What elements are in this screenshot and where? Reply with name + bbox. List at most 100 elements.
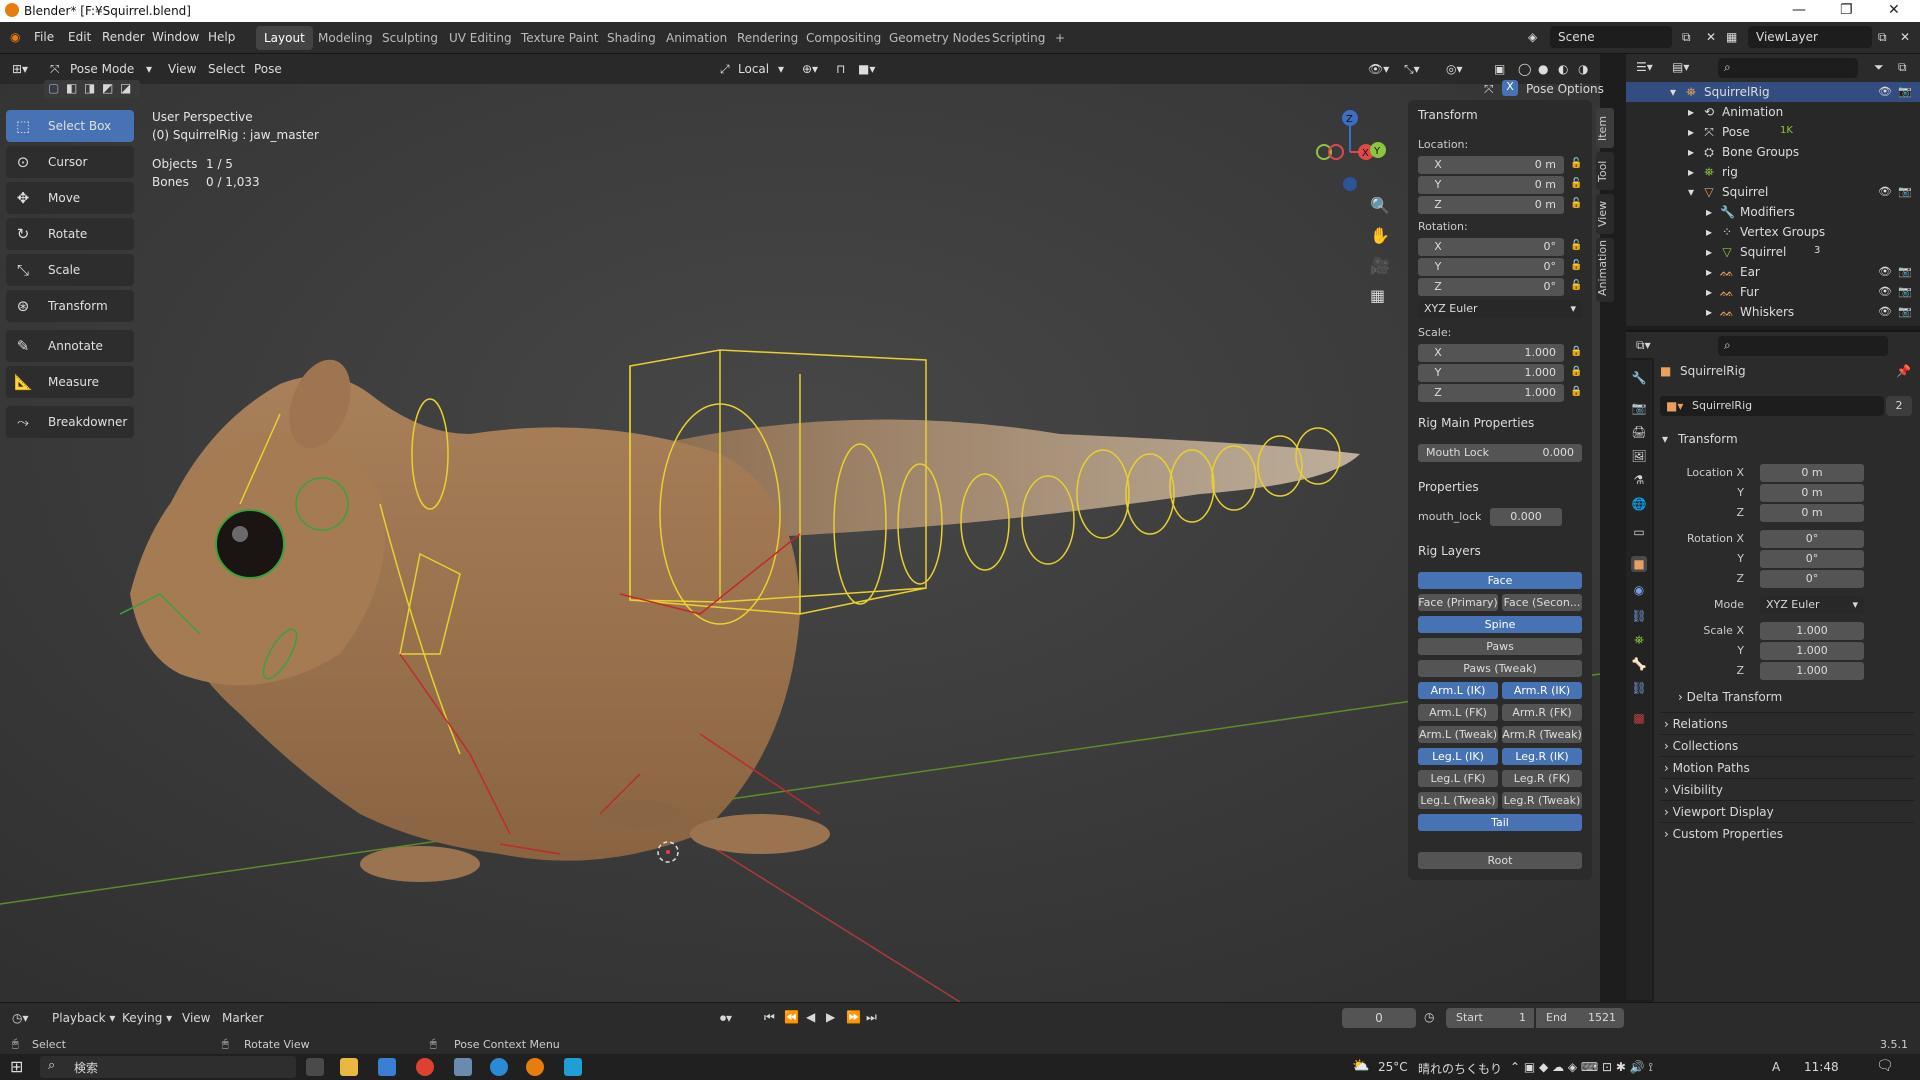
users-count-button[interactable]: 2: [1886, 396, 1912, 416]
solid-shading-icon[interactable]: ●: [1538, 62, 1548, 76]
notepad-icon[interactable]: [454, 1058, 472, 1076]
menu-render[interactable]: Render: [102, 30, 145, 44]
outliner-row-animation[interactable]: ▸ ⟲ Animation: [1626, 102, 1920, 122]
end-frame-field[interactable]: End 1521: [1536, 1008, 1624, 1028]
tab-compositing[interactable]: Compositing: [798, 26, 889, 50]
outliner-row-bone-groups[interactable]: ▸ ⛭ Bone Groups: [1626, 142, 1920, 162]
physics-properties-icon[interactable]: ◉: [1631, 582, 1647, 598]
material-shading-icon[interactable]: ◐: [1558, 62, 1568, 76]
layer-arm-l-tweak-button[interactable]: Arm.L (Tweak): [1418, 726, 1498, 743]
lock-icon[interactable]: 🔒: [1570, 346, 1582, 357]
delete-scene-icon[interactable]: ✕: [1706, 30, 1716, 44]
rotation-x-field[interactable]: X 0°: [1418, 238, 1564, 256]
minimize-icon[interactable]: —: [1792, 2, 1806, 18]
location-z-input[interactable]: 0 m: [1760, 504, 1864, 522]
outliner-row-rig[interactable]: ▸ ⛯ rig: [1626, 162, 1920, 182]
tool-measure[interactable]: 📐 Measure: [6, 366, 134, 398]
motion-paths-section[interactable]: › Motion Paths: [1660, 756, 1914, 778]
scale-z-input[interactable]: 1.000: [1760, 662, 1864, 680]
tool-scale[interactable]: ⤡ Scale: [6, 254, 134, 286]
system-tray-icons[interactable]: ⌃ ▣ ◆ ☁ ◈ ⌨ ⊡ ✱ 🔊 ⟟: [1510, 1060, 1653, 1075]
transform-panel-title[interactable]: Transform: [1418, 108, 1478, 122]
scene-icon[interactable]: ◈: [1528, 30, 1537, 44]
lock-icon[interactable]: 🔓: [1570, 158, 1582, 169]
start-frame-field[interactable]: Start 1: [1446, 1008, 1534, 1028]
menu-view-timeline[interactable]: View: [182, 1011, 210, 1025]
scale-z-field[interactable]: Z 1.000: [1418, 384, 1564, 402]
rotation-mode-select[interactable]: XYZ Euler ▾: [1760, 596, 1864, 614]
tab-view[interactable]: View: [1596, 194, 1614, 234]
gizmo-icon[interactable]: ⤡▾: [1404, 62, 1420, 77]
lock-icon[interactable]: 🔓: [1570, 198, 1582, 209]
layer-leg-l-tweak-button[interactable]: Leg.L (Tweak): [1418, 792, 1498, 809]
menu-playback[interactable]: Playback ▾: [52, 1011, 115, 1025]
viewport-display-section[interactable]: › Viewport Display: [1660, 800, 1914, 822]
play-icon[interactable]: ▶: [826, 1010, 835, 1024]
tool-transform[interactable]: ⊛ Transform: [6, 290, 134, 322]
rotation-mode-dropdown[interactable]: XYZ Euler ▾: [1418, 300, 1582, 318]
overlay-icon[interactable]: ◎▾: [1446, 62, 1463, 76]
layer-leg-r-ik-button[interactable]: Leg.R (IK): [1502, 748, 1582, 765]
outliner-row-pose[interactable]: ▸ ⤧ Pose 1K: [1626, 122, 1920, 142]
transform-orientation-icon[interactable]: ⤢: [720, 62, 730, 77]
tab-animation-sidebar[interactable]: Animation: [1596, 238, 1614, 302]
object-data-armature-icon[interactable]: ⛯: [1631, 632, 1647, 648]
tab-texture-paint[interactable]: Texture Paint: [513, 26, 606, 50]
new-scene-icon[interactable]: ⧉: [1682, 30, 1691, 45]
jump-start-icon[interactable]: ⏮: [764, 1010, 775, 1025]
menu-help[interactable]: Help: [208, 30, 235, 44]
transform-expand-icon[interactable]: ▾: [1662, 432, 1668, 446]
scale-x-input[interactable]: 1.000: [1760, 622, 1864, 640]
file-explorer-icon[interactable]: [340, 1058, 358, 1076]
view-layer-properties-icon[interactable]: 🖼: [1631, 448, 1647, 464]
app-taskbar-icon[interactable]: [564, 1058, 582, 1076]
outliner-row-whiskers[interactable]: ▸ ᨐ Whiskers 👁 📷: [1626, 302, 1920, 322]
output-properties-icon[interactable]: 🖨: [1631, 424, 1647, 440]
add-workspace-icon[interactable]: +: [1047, 26, 1073, 50]
snap-target-icon[interactable]: ■▾: [858, 62, 875, 76]
outliner-row-squirrel[interactable]: ▾ ▽ Squirrel 👁 📷: [1626, 182, 1920, 202]
texture-properties-icon[interactable]: ▩: [1631, 710, 1647, 726]
rotation-x-input[interactable]: 0°: [1760, 530, 1864, 548]
layer-spine-button[interactable]: Spine: [1418, 616, 1582, 633]
outliner-editor-icon[interactable]: ☰▾: [1636, 60, 1653, 74]
rendered-shading-icon[interactable]: ◑: [1578, 62, 1588, 76]
world-properties-icon[interactable]: 🌐: [1631, 496, 1647, 512]
layer-arm-r-tweak-button[interactable]: Arm.R (Tweak): [1502, 726, 1582, 743]
navigation-gizmo[interactable]: Z X Y: [1300, 104, 1400, 204]
scene-selector[interactable]: Scene: [1550, 26, 1672, 48]
menu-marker[interactable]: Marker: [222, 1011, 263, 1025]
select-intersect-icon[interactable]: ◪: [120, 81, 131, 95]
layer-leg-l-fk-button[interactable]: Leg.L (FK): [1418, 770, 1498, 787]
lock-icon[interactable]: 🔓: [1570, 240, 1582, 251]
select-new-icon[interactable]: ▢: [48, 81, 59, 95]
layer-paws-tweak-button[interactable]: Paws (Tweak): [1418, 660, 1582, 677]
tool-move[interactable]: ✥ Move: [6, 182, 134, 214]
xray-icon[interactable]: ▣: [1494, 62, 1505, 76]
notification-icon[interactable]: 🗨: [1876, 1058, 1894, 1074]
timeline-editor-icon[interactable]: ◷▾: [12, 1011, 29, 1025]
layer-arm-r-ik-button[interactable]: Arm.R (IK): [1502, 682, 1582, 699]
menu-file[interactable]: File: [34, 30, 54, 44]
rotation-z-input[interactable]: 0°: [1760, 570, 1864, 588]
relations-section[interactable]: › Relations: [1660, 712, 1914, 734]
blender-menu-icon[interactable]: ◉: [10, 30, 20, 44]
location-z-field[interactable]: Z0 m: [1418, 196, 1564, 214]
ortho-grid-icon[interactable]: ▦: [1370, 286, 1385, 305]
play-reverse-icon[interactable]: ◀: [806, 1010, 815, 1024]
tab-rendering[interactable]: Rendering: [729, 26, 806, 50]
tab-tool[interactable]: Tool: [1596, 152, 1614, 190]
layer-root-button[interactable]: Root: [1418, 852, 1582, 869]
jump-keyframe-back-icon[interactable]: ⏪: [784, 1010, 799, 1024]
x-mirror-icon[interactable]: X: [1502, 80, 1518, 96]
restore-icon[interactable]: ❐: [1840, 2, 1853, 18]
filter-icon[interactable]: ⏷: [1874, 60, 1884, 75]
tool-annotate[interactable]: ✎ Annotate: [6, 330, 134, 362]
blender-taskbar-icon[interactable]: [526, 1058, 544, 1076]
new-view-layer-icon[interactable]: ⧉: [1878, 30, 1887, 45]
properties-editor-icon[interactable]: ⧉▾: [1636, 338, 1651, 353]
object-name-field[interactable]: ■▾ SquirrelRig: [1660, 396, 1884, 416]
pivot-icon[interactable]: ⊕▾: [802, 62, 818, 76]
transform-section-title[interactable]: Transform: [1678, 432, 1738, 446]
pose-options-icon[interactable]: ⤧: [1484, 82, 1494, 97]
